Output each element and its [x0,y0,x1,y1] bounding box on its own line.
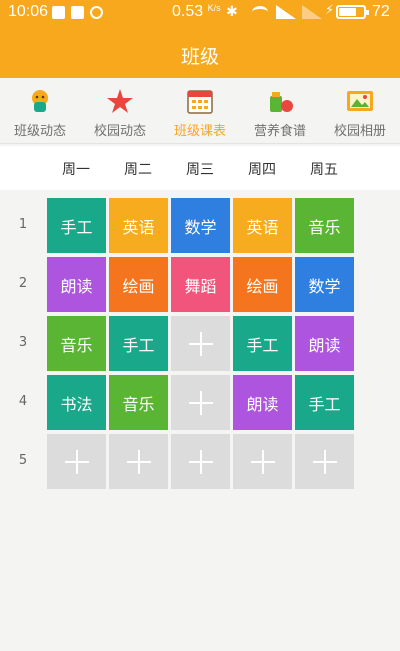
course-cell[interactable]: 舞蹈 [171,257,230,312]
period-number: 5 [18,453,28,468]
tab-class-news[interactable]: 班级动态 [0,78,80,144]
plus-icon [312,449,337,474]
course-cell[interactable]: 手工 [47,198,106,253]
tab-label: 校园动态 [93,124,146,139]
course-name: 音乐 [308,217,341,237]
tab-label: 校园相册 [333,124,386,139]
battery-percent: 72 [372,3,390,20]
bluetooth-icon: ✱ [226,4,238,20]
course-name: 音乐 [60,335,93,355]
period-number: 4 [18,394,28,409]
weekday-header: 周一 周二 周三 周四 周五 [0,146,400,190]
tab-class-schedule[interactable]: 班级课表 [160,78,240,144]
course-cell[interactable]: 手工 [109,316,168,371]
charging-icon: ⚡ [325,3,335,18]
course-name: 数学 [308,276,341,296]
course-cell[interactable]: 手工 [295,375,354,430]
course-cell[interactable]: 绘画 [233,257,292,312]
course-cell[interactable]: 音乐 [109,375,168,430]
photo-album-icon [347,91,373,111]
course-cell[interactable]: 朗读 [47,257,106,312]
calendar-icon [187,90,213,114]
add-course-button[interactable] [233,434,292,489]
add-course-button[interactable] [109,434,168,489]
add-course-button[interactable] [171,316,230,371]
tab-campus-news[interactable]: 校园动态 [80,78,160,144]
plus-icon [126,449,151,474]
course-cell[interactable]: 朗读 [295,316,354,371]
weekday-label: 周三 [186,162,214,178]
course-name: 朗读 [60,276,93,296]
course-name: 书法 [60,394,93,414]
course-name: 朗读 [246,394,279,414]
tab-nutrition-menu[interactable]: 营养食谱 [240,78,320,144]
battery-icon [336,5,369,19]
status-time: 10:06 [8,3,49,20]
signal-icon [276,5,296,19]
course-name: 舞蹈 [184,276,217,296]
plus-icon [188,331,213,356]
status-bar: 10:06 0.53 K/s ✱ ⚡ 72 [0,0,400,26]
document-icon [71,6,84,19]
course-cell[interactable]: 数学 [171,198,230,253]
course-cell[interactable]: 绘画 [109,257,168,312]
add-course-button[interactable] [295,434,354,489]
tab-label: 班级课表 [173,124,226,139]
tab-bar: 班级动态 校园动态 班级课表 营养食谱 校园相册 [0,78,400,144]
course-cell[interactable]: 手工 [233,316,292,371]
plus-icon [64,449,89,474]
course-name: 英语 [122,217,155,237]
weekday-label: 周二 [124,162,152,178]
app-header: 10:06 0.53 K/s ✱ ⚡ 72 班级 [0,0,400,78]
plus-icon [188,449,213,474]
add-course-button[interactable] [47,434,106,489]
course-name: 手工 [308,394,341,414]
course-cell[interactable]: 数学 [295,257,354,312]
course-name: 手工 [246,335,279,355]
period-number: 1 [18,217,28,232]
course-name: 绘画 [246,276,279,296]
course-cell[interactable]: 书法 [47,375,106,430]
notification-icon [52,6,65,19]
course-name: 英语 [246,217,279,237]
course-cell[interactable]: 英语 [109,198,168,253]
course-cell[interactable]: 音乐 [295,198,354,253]
signal-icon-secondary [302,5,322,19]
course-name: 数学 [184,217,217,237]
period-number: 2 [18,276,28,291]
food-icon [270,92,293,112]
notification-icons [52,6,112,19]
period-number: 3 [18,335,28,350]
star-icon [107,89,133,113]
course-name: 手工 [60,217,93,237]
usb-icon [109,6,112,19]
course-name: 绘画 [122,276,155,296]
weekday-label: 周四 [248,162,276,178]
course-cell[interactable]: 英语 [233,198,292,253]
wifi-icon [252,6,268,18]
share-icon [90,6,103,19]
plus-icon [188,390,213,415]
course-name: 手工 [122,335,155,355]
tab-label: 班级动态 [13,124,66,139]
teacher-icon [32,90,48,112]
add-course-button[interactable] [171,434,230,489]
weekday-label: 周一 [62,162,90,178]
page-title: 班级 [180,46,219,68]
course-name: 音乐 [122,394,155,414]
network-speed: 0.53 K/s [172,3,221,20]
tab-label: 营养食谱 [253,124,306,139]
course-cell[interactable]: 朗读 [233,375,292,430]
course-cell[interactable]: 音乐 [47,316,106,371]
weekday-label: 周五 [310,162,338,178]
plus-icon [250,449,275,474]
tab-campus-album[interactable]: 校园相册 [320,78,400,144]
course-name: 朗读 [308,335,341,355]
add-course-button[interactable] [171,375,230,430]
